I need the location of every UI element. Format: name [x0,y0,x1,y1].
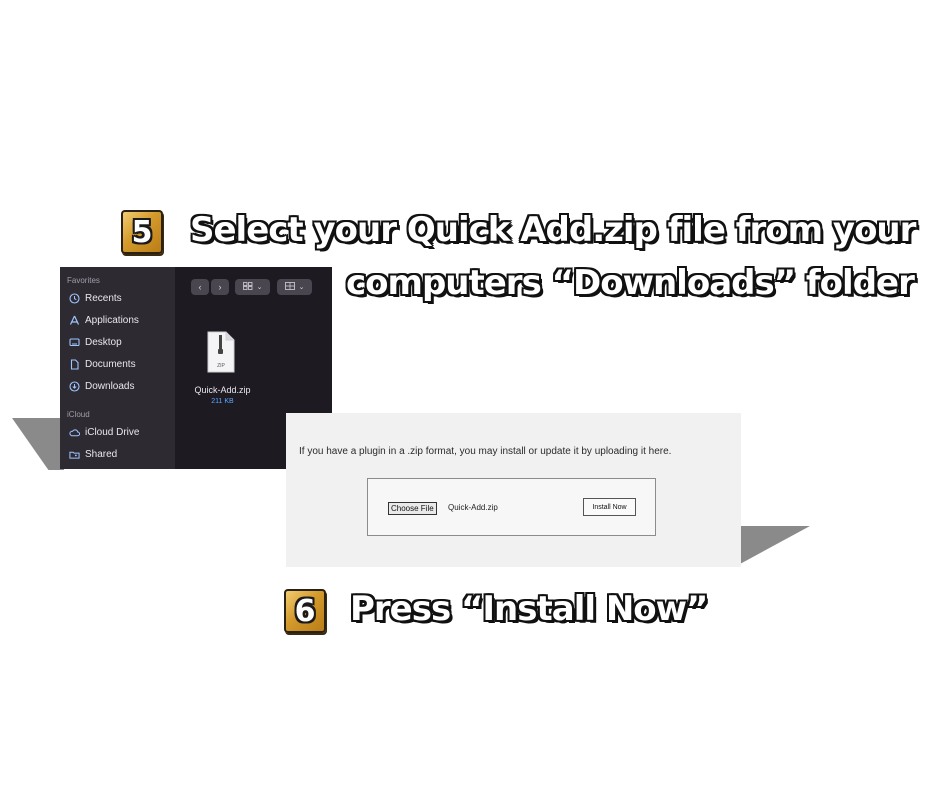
favorites-section-label: Favorites [67,276,100,285]
step-6-heading: Press “Install Now” [350,589,708,629]
sidebar-item-label: Desktop [85,336,122,348]
upload-description: If you have a plugin in a .zip format, y… [299,446,672,457]
upload-form: Choose File Quick-Add.zip Install Now [367,478,656,536]
install-now-button[interactable]: Install Now [583,498,636,516]
shared-folder-icon [69,449,80,460]
group-grid-icon [284,282,295,292]
step-6-number: 6 [294,593,316,629]
step-5-number: 5 [131,214,153,250]
step-5-heading-line1: Select your Quick Add.zip file from your [190,210,916,250]
choose-file-button[interactable]: Choose File [388,502,437,515]
sidebar-item-downloads[interactable]: Downloads [69,378,134,394]
selected-file-name: Quick-Add.zip [448,503,498,512]
cloud-icon [69,427,80,438]
sidebar-item-label: iCloud Drive [85,426,140,438]
sidebar-item-applications[interactable]: Applications [69,312,139,328]
finder-shadow [12,418,64,470]
step-5-heading-line2: computers “Downloads” folder [346,263,915,303]
sidebar-item-icloud-drive[interactable]: iCloud Drive [69,424,139,440]
panel-shadow [740,526,810,564]
sidebar-item-label: Downloads [85,380,135,392]
step-6-badge: 6 [284,589,326,633]
icloud-section-label: iCloud [67,410,90,419]
applications-icon [69,315,80,326]
group-button[interactable]: ⌄ [277,279,312,295]
sidebar-item-documents[interactable]: Documents [69,356,136,372]
zip-badge-text: ZIP [217,363,225,369]
sidebar-item-recents[interactable]: Recents [69,290,122,306]
sidebar-item-label: Applications [85,314,139,326]
finder-sidebar: Favorites Recents Applications Desktop D… [60,267,175,469]
sidebar-item-label: Shared [85,448,118,460]
sidebar-item-desktop[interactable]: Desktop [69,334,122,350]
desktop-icon [69,337,80,348]
sidebar-item-shared[interactable]: Shared [69,446,117,462]
zip-file-item[interactable]: ZIP Quick-Add.zip 211 KB [175,267,270,417]
download-icon [69,380,80,392]
sidebar-item-label: Documents [85,358,136,370]
zip-file-name: Quick-Add.zip [194,385,251,395]
sidebar-item-label: Recents [85,292,122,304]
step-5-badge: 5 [121,210,163,254]
chevron-down-icon: ⌄ [298,284,305,291]
zip-file-size: 211 KB [211,398,234,405]
zip-file-icon: ZIP [207,331,235,373]
clock-icon [69,292,80,304]
plugin-upload-panel: If you have a plugin in a .zip format, y… [286,413,741,567]
document-icon [69,358,80,370]
